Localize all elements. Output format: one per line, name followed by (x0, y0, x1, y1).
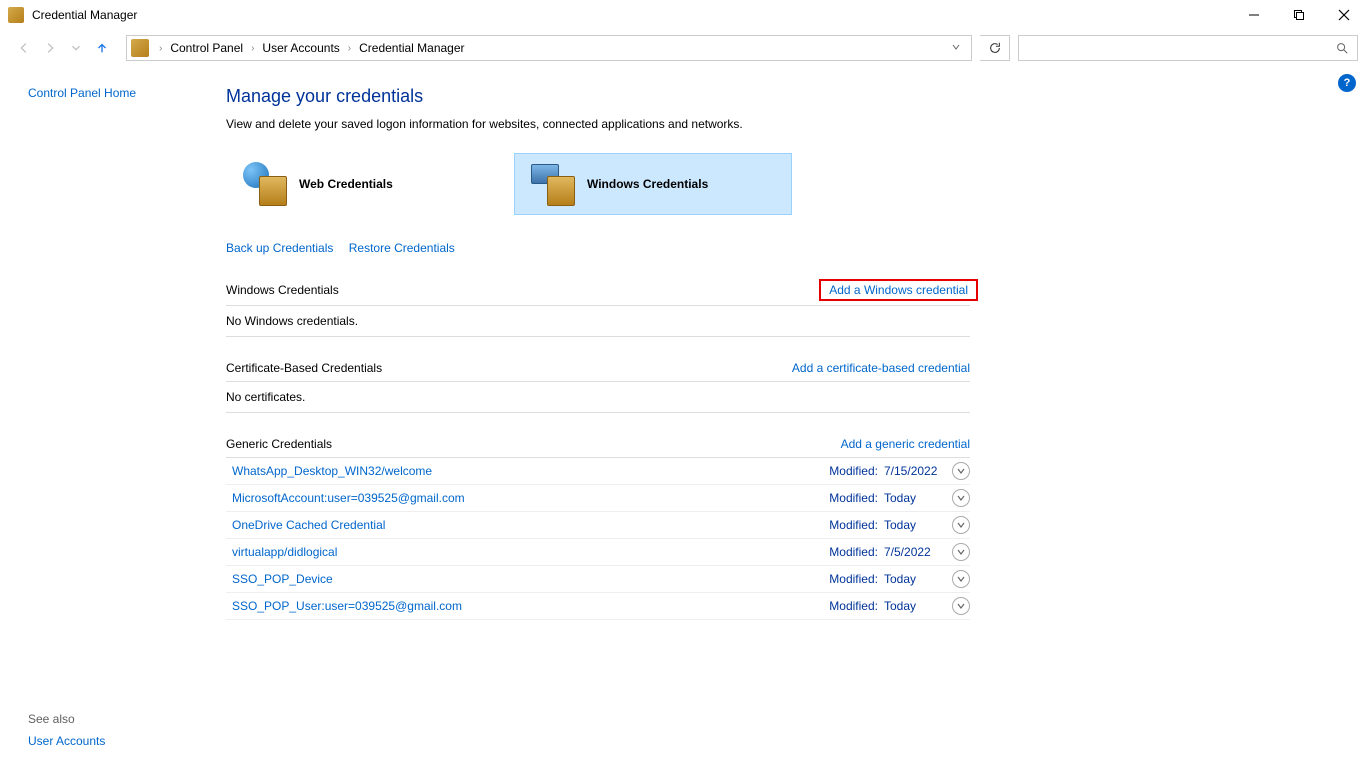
maximize-button[interactable] (1276, 0, 1321, 30)
add-windows-credential-link[interactable]: Add a Windows credential (819, 279, 978, 301)
windows-credentials-label: Windows Credentials (587, 177, 708, 191)
expand-chevron-icon[interactable] (952, 516, 970, 534)
modified-value: Today (884, 518, 944, 532)
credential-row[interactable]: OneDrive Cached CredentialModified:Today (226, 512, 970, 539)
windows-credentials-section-header: Windows Credentials Add a Windows creden… (226, 275, 970, 306)
certificate-credentials-section-title: Certificate-Based Credentials (226, 361, 382, 375)
modified-label: Modified: (829, 545, 884, 559)
certificate-credentials-section-header: Certificate-Based Credentials Add a cert… (226, 355, 970, 382)
modified-value: 7/5/2022 (884, 545, 944, 559)
search-input[interactable] (1018, 35, 1358, 61)
address-row: › Control Panel › User Accounts › Creden… (0, 30, 1366, 66)
web-credentials-icon (243, 162, 287, 206)
window-title: Credential Manager (32, 8, 137, 22)
credential-name: WhatsApp_Desktop_WIN32/welcome (226, 464, 829, 478)
restore-credentials-link[interactable]: Restore Credentials (349, 241, 455, 255)
title-bar: Credential Manager (0, 0, 1366, 30)
modified-label: Modified: (829, 491, 884, 505)
add-certificate-credential-link[interactable]: Add a certificate-based credential (792, 361, 970, 375)
address-bar[interactable]: › Control Panel › User Accounts › Creden… (126, 35, 972, 61)
windows-credentials-card[interactable]: Windows Credentials (514, 153, 792, 215)
minimize-button[interactable] (1231, 0, 1276, 30)
chevron-right-icon[interactable]: › (155, 43, 166, 54)
modified-label: Modified: (829, 599, 884, 613)
see-also-label: See also (28, 712, 210, 726)
forward-button[interactable] (38, 36, 62, 60)
windows-credentials-empty: No Windows credentials. (226, 306, 970, 337)
expand-chevron-icon[interactable] (952, 489, 970, 507)
content-area: Manage your credentials View and delete … (210, 66, 990, 768)
credential-row[interactable]: SSO_POP_User:user=039525@gmail.comModifi… (226, 593, 970, 620)
generic-credentials-list: WhatsApp_Desktop_WIN32/welcomeModified:7… (226, 458, 970, 620)
chevron-right-icon[interactable]: › (247, 43, 258, 54)
expand-chevron-icon[interactable] (952, 597, 970, 615)
modified-value: Today (884, 599, 944, 613)
recent-dropdown[interactable] (64, 36, 88, 60)
credential-name: virtualapp/didlogical (226, 545, 829, 559)
credential-row[interactable]: virtualapp/didlogicalModified:7/5/2022 (226, 539, 970, 566)
user-accounts-link[interactable]: User Accounts (28, 734, 210, 748)
credential-name: SSO_POP_Device (226, 572, 829, 586)
windows-credentials-icon (531, 162, 575, 206)
credential-name: MicrosoftAccount:user=039525@gmail.com (226, 491, 829, 505)
modified-label: Modified: (829, 572, 884, 586)
expand-chevron-icon[interactable] (952, 570, 970, 588)
credential-row[interactable]: SSO_POP_DeviceModified:Today (226, 566, 970, 593)
app-icon (8, 7, 24, 23)
modified-value: Today (884, 491, 944, 505)
add-generic-credential-link[interactable]: Add a generic credential (841, 437, 970, 451)
search-icon (1335, 41, 1349, 55)
windows-credentials-section-title: Windows Credentials (226, 283, 339, 297)
modified-label: Modified: (829, 518, 884, 532)
breadcrumb-control-panel[interactable]: Control Panel (168, 41, 245, 55)
page-title: Manage your credentials (226, 86, 970, 107)
breadcrumb-credential-manager[interactable]: Credential Manager (357, 41, 466, 55)
web-credentials-label: Web Credentials (299, 177, 393, 191)
generic-credentials-section-header: Generic Credentials Add a generic creden… (226, 431, 970, 458)
address-dropdown-icon[interactable] (945, 41, 967, 55)
modified-value: 7/15/2022 (884, 464, 944, 478)
page-description: View and delete your saved logon informa… (226, 117, 970, 131)
generic-credentials-section-title: Generic Credentials (226, 437, 332, 451)
certificate-credentials-empty: No certificates. (226, 382, 970, 413)
up-button[interactable] (90, 36, 114, 60)
modified-label: Modified: (829, 464, 884, 478)
credential-row[interactable]: MicrosoftAccount:user=039525@gmail.comMo… (226, 485, 970, 512)
web-credentials-card[interactable]: Web Credentials (226, 153, 504, 215)
control-panel-home-link[interactable]: Control Panel Home (28, 86, 210, 100)
sidebar: Control Panel Home See also User Account… (0, 66, 210, 768)
modified-value: Today (884, 572, 944, 586)
help-icon[interactable]: ? (1338, 74, 1356, 92)
refresh-button[interactable] (980, 35, 1010, 61)
breadcrumb-user-accounts[interactable]: User Accounts (260, 41, 341, 55)
backup-credentials-link[interactable]: Back up Credentials (226, 241, 333, 255)
credential-row[interactable]: WhatsApp_Desktop_WIN32/welcomeModified:7… (226, 458, 970, 485)
credential-name: SSO_POP_User:user=039525@gmail.com (226, 599, 829, 613)
expand-chevron-icon[interactable] (952, 543, 970, 561)
control-panel-icon (131, 39, 149, 57)
back-button[interactable] (12, 36, 36, 60)
expand-chevron-icon[interactable] (952, 462, 970, 480)
chevron-right-icon[interactable]: › (344, 43, 355, 54)
credential-name: OneDrive Cached Credential (226, 518, 829, 532)
close-button[interactable] (1321, 0, 1366, 30)
